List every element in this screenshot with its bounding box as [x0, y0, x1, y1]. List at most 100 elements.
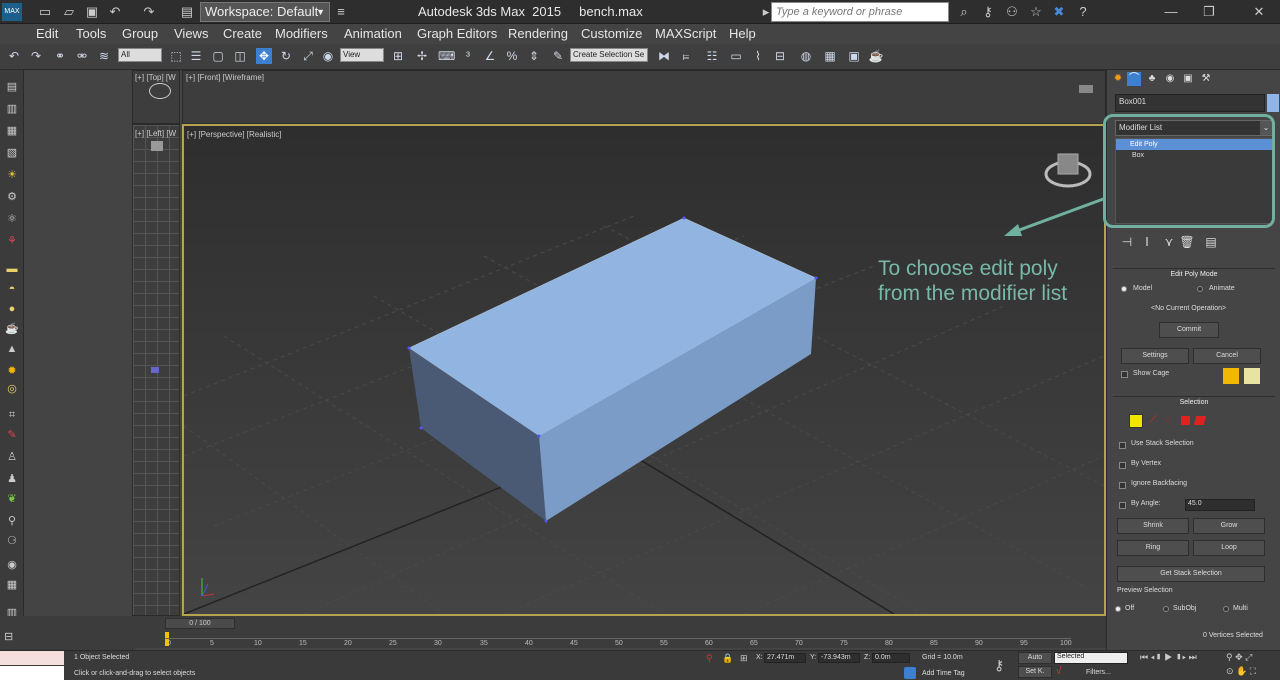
use-stack-selection-checkbox[interactable]: [1119, 442, 1126, 449]
object-name-field[interactable]: Box001: [1115, 94, 1265, 112]
create-tab-icon[interactable]: ✹: [1111, 72, 1125, 86]
by-angle-spinner[interactable]: 45.0: [1185, 499, 1255, 511]
time-slider[interactable]: 0 / 100: [165, 618, 235, 629]
menu-maxscript[interactable]: MAXScript: [655, 26, 716, 41]
cone-icon[interactable]: ▲: [4, 342, 20, 356]
element-mode-icon[interactable]: [1193, 416, 1207, 425]
viewcube-icon[interactable]: [1044, 153, 1092, 188]
show-end-result-icon[interactable]: Ⅰ: [1139, 234, 1155, 250]
bind-spacewarp-icon[interactable]: ≋: [96, 48, 112, 64]
settings-button[interactable]: Settings: [1121, 348, 1189, 364]
isolate-icon[interactable]: ⚲: [706, 653, 713, 664]
new-file-icon[interactable]: ▭: [36, 3, 54, 21]
tool-icon-7[interactable]: ⚛: [4, 212, 20, 226]
cage-color-swatch[interactable]: [1223, 368, 1239, 384]
viewcube-icon[interactable]: [149, 83, 171, 99]
keyboard-shortcut-icon[interactable]: ⌨: [438, 48, 455, 64]
render-teapot-icon[interactable]: ☕: [868, 48, 884, 64]
schematic-view-icon[interactable]: ⊟: [772, 48, 788, 64]
light-icon[interactable]: ☀: [4, 168, 20, 182]
minimize-icon[interactable]: —: [1162, 3, 1180, 21]
tool-icon-19[interactable]: ♟: [4, 472, 20, 486]
playback-controls[interactable]: ⏮ ◂▮ ▶ ▮▸ ⏭: [1140, 652, 1197, 663]
project-folder-icon[interactable]: ▤: [178, 3, 196, 21]
make-unique-icon[interactable]: ⋎: [1161, 234, 1177, 250]
redo-icon[interactable]: ↷: [140, 3, 158, 21]
hemisphere-icon[interactable]: ◓: [4, 282, 20, 296]
binoculars-icon[interactable]: ⌕: [955, 3, 973, 21]
tool-icon-22[interactable]: ⚆: [4, 534, 20, 548]
viewcube-icon[interactable]: [151, 141, 163, 151]
set-key-icon[interactable]: √: [1056, 666, 1062, 677]
select-by-name-icon[interactable]: ☰: [188, 48, 204, 64]
move-icon[interactable]: ✥: [256, 48, 272, 64]
absolute-mode-icon[interactable]: ⊞: [740, 653, 748, 664]
get-stack-selection-button[interactable]: Get Stack Selection: [1117, 566, 1265, 582]
tool-icon-17[interactable]: ✎: [4, 428, 20, 442]
lock-selection-icon[interactable]: 🔒: [722, 653, 733, 664]
menu-modifiers[interactable]: Modifiers: [275, 26, 328, 41]
remove-modifier-icon[interactable]: 🗑: [1179, 234, 1195, 250]
mirror-icon[interactable]: ⧓: [656, 48, 672, 64]
tool-icon-16[interactable]: ⌗: [4, 408, 20, 422]
unlink-icon[interactable]: ⚮: [74, 48, 90, 64]
tool-icon-24[interactable]: ▦: [4, 578, 20, 592]
edit-poly-mode-rollout[interactable]: Edit Poly Mode: [1113, 268, 1275, 279]
tool-icon-1[interactable]: ▤: [4, 80, 20, 94]
spinner-snap-icon[interactable]: ⇕: [526, 48, 542, 64]
add-time-tag[interactable]: Add Time Tag: [922, 670, 965, 677]
menu-create[interactable]: Create: [223, 26, 262, 41]
ignore-backfacing-checkbox[interactable]: [1119, 482, 1126, 489]
more-icon[interactable]: ≡: [332, 3, 350, 21]
rect-selection-icon[interactable]: ▢: [210, 48, 226, 64]
menu-edit[interactable]: Edit: [36, 26, 58, 41]
workspace-dropdown[interactable]: Workspace: Default ▼: [200, 2, 330, 22]
model-radio[interactable]: [1121, 286, 1127, 292]
preview-off-radio[interactable]: [1115, 606, 1121, 612]
window-crossing-icon[interactable]: ◫: [232, 48, 248, 64]
menu-tools[interactable]: Tools: [76, 26, 106, 41]
set-key-button[interactable]: Set K.: [1018, 666, 1052, 678]
shrink-button[interactable]: Shrink: [1117, 518, 1189, 534]
cage-selected-color-swatch[interactable]: [1244, 368, 1260, 384]
viewport-left[interactable]: [+] [Left] [W: [132, 124, 180, 616]
tool-icon-2[interactable]: ▥: [4, 102, 20, 116]
hierarchy-tab-icon[interactable]: ♣: [1145, 72, 1159, 86]
undo-icon[interactable]: ↶: [6, 48, 22, 64]
menu-graph-editors[interactable]: Graph Editors: [417, 26, 497, 41]
manipulate-icon[interactable]: ✢: [414, 48, 430, 64]
mini-curve-icon[interactable]: ⊟: [4, 630, 20, 644]
sun-icon[interactable]: ✹: [4, 364, 20, 378]
tool-icon-8[interactable]: ⚘: [4, 234, 20, 248]
preview-subobj-radio[interactable]: [1163, 606, 1169, 612]
material-editor-icon[interactable]: ◍: [798, 48, 814, 64]
menu-customize[interactable]: Customize: [581, 26, 642, 41]
border-mode-icon[interactable]: ◌: [1165, 414, 1177, 426]
select-place-icon[interactable]: ◉: [320, 48, 336, 64]
viewcube-icon[interactable]: [1079, 85, 1093, 93]
save-icon[interactable]: ▣: [83, 3, 101, 21]
plane-icon[interactable]: ▬: [4, 262, 20, 276]
commit-button[interactable]: Commit: [1159, 322, 1219, 338]
modify-tab-icon[interactable]: ⌒: [1127, 72, 1141, 86]
tool-icon-6[interactable]: ⚙: [4, 190, 20, 204]
people-icon[interactable]: ⚇: [1003, 3, 1021, 21]
x-coord-field[interactable]: 27.471m: [764, 653, 806, 663]
key-filter-dropdown[interactable]: Selected: [1054, 652, 1128, 664]
redo-icon[interactable]: ↷: [28, 48, 44, 64]
edit-named-sel-icon[interactable]: ✎: [550, 48, 566, 64]
teapot-icon[interactable]: ☕: [4, 322, 20, 336]
show-cage-checkbox[interactable]: [1121, 371, 1128, 378]
ref-coord-dropdown[interactable]: View: [340, 48, 384, 62]
by-angle-checkbox[interactable]: [1119, 502, 1126, 509]
display-tab-icon[interactable]: ▣: [1181, 72, 1195, 86]
maxscript-input[interactable]: [0, 666, 64, 680]
loop-button[interactable]: Loop: [1193, 540, 1265, 556]
curve-editor-icon[interactable]: ⌇: [750, 48, 766, 64]
key-icon[interactable]: ⚷: [979, 3, 997, 21]
menu-animation[interactable]: Animation: [344, 26, 402, 41]
star-icon[interactable]: ☆: [1027, 3, 1045, 21]
sphere-icon[interactable]: ●: [4, 302, 20, 316]
y-coord-field[interactable]: -73.943m: [818, 653, 860, 663]
angle-snap-icon[interactable]: ∠: [482, 48, 498, 64]
